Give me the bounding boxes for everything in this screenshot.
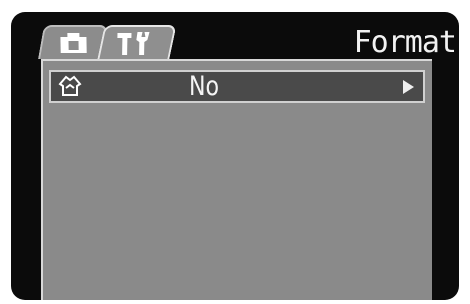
menu-panel: No [41,59,432,300]
format-value: No [189,71,220,102]
camera-icon [58,29,89,60]
format-menu-row[interactable]: No [49,70,425,103]
right-arrow-icon[interactable] [403,80,414,94]
format-card-icon [57,74,83,103]
tab-setup[interactable] [97,25,177,62]
setup-tools-icon [114,29,155,62]
page-title: Format [353,25,457,60]
camera-bezel: Format No [0,0,470,304]
